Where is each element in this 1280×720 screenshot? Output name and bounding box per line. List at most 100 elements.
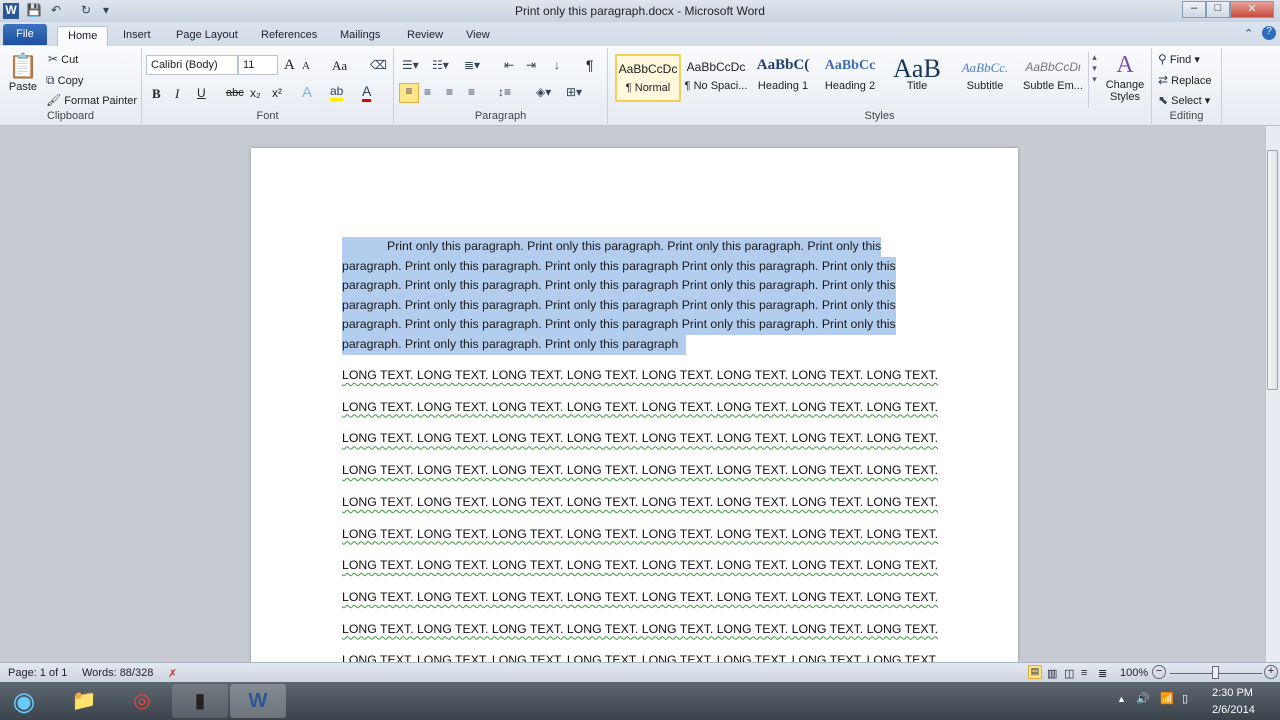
underline-button[interactable]: U — [197, 86, 206, 100]
selected-paragraph-line[interactable]: Print only this paragraph. Print only th… — [342, 237, 882, 257]
style-heading-2[interactable]: AaBbCc Heading 2 — [817, 54, 883, 102]
bullets-icon[interactable]: ☰▾ — [402, 58, 419, 72]
bold-button[interactable]: B — [152, 86, 161, 102]
font-color-icon[interactable]: A — [362, 83, 372, 102]
long-text-line[interactable]: LONG TEXT. LONG TEXT. LONG TEXT. LONG TE… — [342, 400, 938, 414]
power-icon[interactable]: ▯ — [1182, 692, 1188, 705]
tab-insert[interactable]: Insert — [113, 26, 161, 46]
increase-indent-icon[interactable]: ⇥ — [526, 58, 536, 72]
text-effects-icon[interactable]: A — [302, 84, 312, 101]
multilevel-list-icon[interactable]: ≣▾ — [464, 58, 480, 72]
selected-paragraph-line[interactable]: paragraph. Print only this paragraph. Pr… — [342, 335, 687, 355]
numbering-icon[interactable]: ☷▾ — [432, 58, 449, 72]
scrollbar-thumb[interactable] — [1267, 150, 1278, 390]
start-button[interactable]: ◉ — [0, 684, 48, 718]
chrome-taskbar-icon[interactable]: ◎ — [114, 684, 170, 718]
show-hide-button[interactable]: ¶ — [586, 57, 594, 73]
outline-icon[interactable]: ≡ — [1081, 667, 1087, 679]
select-button[interactable]: ⬉ Select ▾ — [1158, 93, 1210, 107]
help-icon[interactable]: ? — [1262, 26, 1276, 40]
font-name-select[interactable]: Calibri (Body) — [146, 55, 238, 75]
document-page[interactable]: Print only this paragraph. Print only th… — [251, 148, 1018, 662]
long-text-line[interactable]: LONG TEXT. LONG TEXT. LONG TEXT. LONG TE… — [342, 622, 938, 636]
proofing-icon[interactable]: ✗ — [168, 667, 177, 680]
show-hidden-icons[interactable]: ▲ — [1117, 694, 1126, 704]
tab-view[interactable]: View — [456, 26, 500, 46]
cut-button[interactable]: ✂ Cut — [48, 52, 78, 66]
selected-paragraph-line[interactable]: paragraph. Print only this paragraph. Pr… — [342, 315, 896, 335]
tab-review[interactable]: Review — [397, 26, 453, 46]
selected-paragraph-line[interactable]: paragraph. Print only this paragraph. Pr… — [342, 256, 896, 277]
zoom-slider-handle[interactable] — [1212, 666, 1219, 679]
align-center-icon[interactable]: ≡ — [424, 85, 431, 99]
font-size-select[interactable]: 11 — [238, 55, 278, 75]
find-button[interactable]: ⚲ Find ▾ — [1158, 52, 1200, 66]
superscript-button[interactable]: x² — [272, 86, 282, 100]
style-subtitle[interactable]: AaBbCc. Subtitle — [952, 54, 1018, 102]
long-text-line[interactable]: LONG TEXT. LONG TEXT. LONG TEXT. LONG TE… — [342, 368, 938, 382]
subscript-button[interactable]: x₂ — [250, 86, 261, 100]
full-screen-reading-icon[interactable]: ▥ — [1047, 667, 1057, 680]
styles-scroll[interactable]: ▴ ▾ ▾ — [1088, 52, 1100, 108]
style-heading-1[interactable]: AaBbC(Heading 1 — [750, 54, 816, 102]
change-case-button[interactable]: Aa — [332, 58, 347, 74]
clock-time[interactable]: 2:30 PM — [1212, 687, 1253, 699]
tab-page-layout[interactable]: Page Layout — [166, 26, 248, 46]
web-layout-icon[interactable]: ◫ — [1064, 667, 1074, 680]
explorer-taskbar-icon[interactable]: 📁 — [56, 684, 112, 718]
maximize-button[interactable]: □ — [1206, 1, 1230, 18]
tab-file[interactable]: File — [3, 24, 47, 45]
highlight-icon[interactable]: ab — [330, 84, 344, 101]
sort-icon[interactable]: ↓ — [554, 58, 560, 72]
minimize-ribbon-icon[interactable]: ⌃ — [1244, 27, 1253, 40]
selected-paragraph-line[interactable]: paragraph. Print only this paragraph. Pr… — [342, 295, 896, 316]
paste-button[interactable]: 📋 Paste — [6, 52, 40, 93]
tab-home[interactable]: Home — [57, 26, 109, 46]
style-no-spacing[interactable]: AaBbCcDc ¶ No Spaci... — [683, 54, 749, 102]
decrease-indent-icon[interactable]: ⇤ — [504, 58, 514, 72]
tab-references[interactable]: References — [251, 26, 327, 46]
italic-button[interactable]: I — [175, 86, 179, 102]
zoom-out-button[interactable]: − — [1152, 665, 1166, 679]
align-left-icon[interactable]: ≡ — [399, 83, 419, 103]
format-painter-button[interactable]: 🖌 Format Painter — [46, 93, 137, 107]
align-right-icon[interactable]: ≡ — [446, 85, 453, 99]
shrink-font-button[interactable]: A — [302, 60, 310, 72]
close-button[interactable]: ✕ — [1230, 1, 1274, 18]
long-text-line[interactable]: LONG TEXT. LONG TEXT. LONG TEXT. LONG TE… — [342, 495, 938, 509]
zoom-in-button[interactable]: + — [1264, 665, 1278, 679]
borders-icon[interactable]: ⊞▾ — [566, 85, 582, 99]
network-icon[interactable]: 📶 — [1160, 692, 1174, 705]
long-text-line[interactable]: LONG TEXT. LONG TEXT. LONG TEXT. LONG TE… — [342, 527, 938, 541]
tab-mailings[interactable]: Mailings — [330, 26, 390, 46]
long-text-line[interactable]: LONG TEXT. LONG TEXT. LONG TEXT. LONG TE… — [342, 463, 938, 477]
copy-button[interactable]: ⧉ Copy — [46, 73, 83, 88]
draft-icon[interactable]: ≣ — [1098, 667, 1107, 680]
app-taskbar-icon[interactable]: ▮ — [172, 684, 228, 718]
replace-button[interactable]: ⇄ Replace — [1158, 73, 1211, 87]
grow-font-button[interactable]: A — [284, 57, 295, 74]
page-count[interactable]: Page: 1 of 1 — [8, 667, 67, 679]
long-text-line[interactable]: LONG TEXT. LONG TEXT. LONG TEXT. LONG TE… — [342, 590, 938, 604]
style-title[interactable]: AaB Title — [884, 54, 950, 102]
long-text-line[interactable]: LONG TEXT. LONG TEXT. LONG TEXT. LONG TE… — [342, 431, 938, 445]
word-count[interactable]: Words: 88/328 — [82, 667, 153, 679]
style-subtle-emphasis[interactable]: AaBbCcDι Subtle Em... — [1020, 54, 1086, 102]
change-styles-button[interactable]: A Change Styles — [1102, 52, 1148, 103]
minimize-button[interactable]: – — [1182, 1, 1206, 18]
volume-icon[interactable]: 🔊 — [1136, 692, 1150, 705]
word-taskbar-icon[interactable]: W — [230, 684, 286, 718]
print-layout-icon[interactable]: ▤ — [1028, 665, 1042, 679]
long-text-line[interactable]: LONG TEXT. LONG TEXT. LONG TEXT. LONG TE… — [342, 653, 938, 662]
style-normal[interactable]: AaBbCcDc ¶ Normal — [615, 54, 681, 102]
shading-icon[interactable]: ◈▾ — [536, 85, 551, 99]
zoom-level[interactable]: 100% — [1120, 667, 1148, 679]
selected-paragraph-line[interactable]: paragraph. Print only this paragraph. Pr… — [342, 276, 896, 296]
clock-date[interactable]: 2/6/2014 — [1212, 704, 1255, 716]
paste-icon: 📋 — [8, 53, 38, 80]
strikethrough-button[interactable]: abc — [226, 87, 244, 99]
justify-icon[interactable]: ≡ — [468, 85, 475, 99]
clear-formatting-icon[interactable]: ⌫ — [370, 58, 387, 72]
long-text-line[interactable]: LONG TEXT. LONG TEXT. LONG TEXT. LONG TE… — [342, 558, 938, 572]
line-spacing-icon[interactable]: ↕≡ — [498, 85, 511, 99]
